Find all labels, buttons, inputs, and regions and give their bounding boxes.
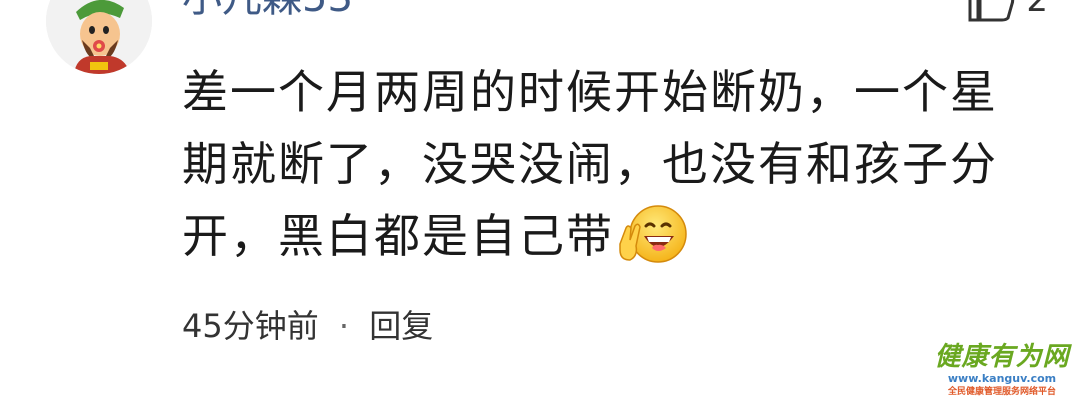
comment-time: 45分钟前 bbox=[182, 307, 319, 345]
meta-separator: · bbox=[338, 307, 350, 345]
watermark-title: 健康有为网 bbox=[934, 342, 1070, 372]
comment-text-line: 开，黑白都是自己带 bbox=[182, 200, 1012, 272]
comment-username[interactable]: 小儿森53 bbox=[182, 0, 353, 20]
reply-button[interactable]: 回复 bbox=[369, 304, 433, 348]
watermark-logo: 健康有为网 www.kanguv.com 全民健康管理服务网络平台 bbox=[928, 342, 1076, 404]
comment-meta: 45分钟前 · 回复 bbox=[182, 304, 433, 348]
avatar-cartoon-icon bbox=[46, 0, 152, 74]
comment-text-line: 差一个月两周的时候开始断奶，一个星 bbox=[182, 65, 998, 119]
thumbs-up-icon bbox=[968, 0, 1015, 22]
like-button[interactable]: 2 bbox=[966, 0, 1048, 22]
comment-text-segment: 开，黑白都是自己带 bbox=[182, 209, 614, 263]
like-count: 2 bbox=[1026, 0, 1048, 20]
comment-text: 差一个月两周的时候开始断奶，一个星 期就断了，没哭没闹，也没有和孩子分 开，黑白… bbox=[182, 56, 1012, 272]
watermark-subtitle: 全民健康管理服务网络平台 bbox=[947, 387, 1056, 397]
watermark-url: www.kanguv.com bbox=[947, 372, 1057, 385]
avatar[interactable] bbox=[46, 0, 152, 74]
grinning-v-sign-emoji-icon bbox=[618, 204, 690, 266]
comment-text-line: 期就断了，没哭没闹，也没有和孩子分 bbox=[182, 137, 998, 191]
